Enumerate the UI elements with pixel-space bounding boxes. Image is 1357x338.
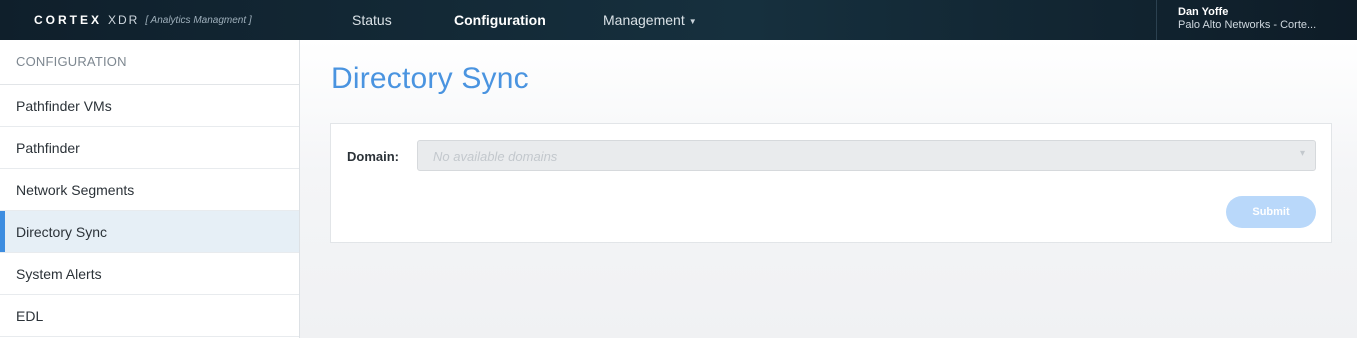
sidebar-item-label: System Alerts	[16, 266, 102, 282]
nav-management-label: Management	[603, 12, 685, 28]
domain-select-placeholder: No available domains	[433, 149, 558, 164]
main-content: Directory Sync Domain: No available doma…	[300, 40, 1357, 338]
sidebar-heading: CONFIGURATION	[0, 40, 299, 85]
nav-configuration[interactable]: Configuration	[454, 12, 546, 28]
directory-sync-form: Domain: No available domains ▾ Submit	[330, 123, 1332, 243]
sidebar-item-label: Network Segments	[16, 182, 135, 198]
caret-down-icon: ▼	[688, 16, 697, 26]
nav-status[interactable]: Status	[352, 12, 392, 28]
sidebar-item-edl[interactable]: EDL	[0, 295, 299, 337]
brand-name: CORTEX	[34, 13, 103, 27]
user-name: Dan Yoffe	[1178, 6, 1229, 18]
sidebar: CONFIGURATION Pathfinder VMs Pathfinder …	[0, 40, 300, 338]
user-menu[interactable]: Dan Yoffe Palo Alto Networks - Corte...	[1156, 0, 1357, 40]
sidebar-item-network-segments[interactable]: Network Segments	[0, 169, 299, 211]
page-title: Directory Sync	[331, 62, 529, 95]
brand-product: XDR	[108, 13, 140, 27]
sidebar-item-label: Directory Sync	[16, 224, 108, 240]
sidebar-item-system-alerts[interactable]: System Alerts	[0, 253, 299, 295]
nav-configuration-label: Configuration	[454, 12, 546, 28]
sidebar-item-pathfinder-vms[interactable]: Pathfinder VMs	[0, 85, 299, 127]
nav-status-label: Status	[352, 12, 392, 28]
submit-button[interactable]: Submit	[1226, 196, 1316, 228]
brand-subtitle: [ Analytics Managment ]	[145, 14, 252, 26]
sidebar-item-directory-sync[interactable]: Directory Sync	[0, 211, 299, 253]
nav-management[interactable]: Management ▼	[603, 12, 697, 28]
sidebar-item-label: EDL	[16, 308, 44, 324]
user-organization: Palo Alto Networks - Corte...	[1178, 19, 1317, 31]
top-navigation-bar: CORTEX XDR [ Analytics Managment ] Statu…	[0, 0, 1357, 40]
dropdown-arrow-icon: ▾	[1299, 148, 1305, 159]
sidebar-item-label: Pathfinder VMs	[16, 98, 112, 114]
sidebar-item-label: Pathfinder	[16, 140, 80, 156]
domain-select[interactable]: No available domains ▾	[417, 140, 1316, 171]
sidebar-item-pathfinder[interactable]: Pathfinder	[0, 127, 299, 169]
domain-label: Domain:	[347, 149, 399, 164]
cortex-logo[interactable]: CORTEX XDR [ Analytics Managment ]	[34, 12, 252, 28]
active-indicator	[0, 211, 5, 252]
